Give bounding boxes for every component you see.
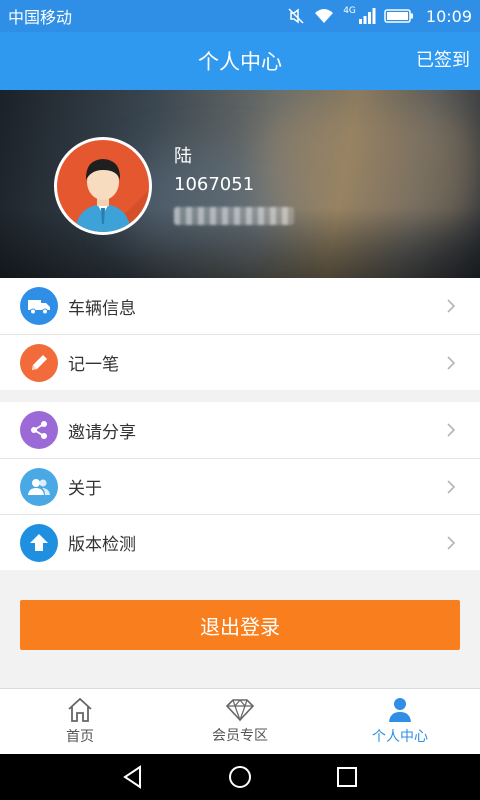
avatar[interactable] [54,137,152,235]
menu-item-label: 版本检测 [68,535,136,555]
menu-item-record[interactable]: 记一笔 [0,334,480,390]
logout-button[interactable]: 退出登录 [20,600,460,650]
chevron-right-icon [447,423,456,437]
menu-group-2: 邀请分享 关于 版本检测 [0,402,480,570]
menu-item-vehicle-info[interactable]: 车辆信息 [0,278,480,334]
masked-phone [174,207,294,225]
pencil-icon [20,343,58,382]
menu-group-1: 车辆信息 记一笔 [0,278,480,390]
page-title: 个人中心 [198,50,282,74]
share-icon [20,411,58,449]
menu-item-invite-share[interactable]: 邀请分享 [0,402,480,458]
signal-icon [358,8,376,24]
status-bar: 中国移动 4G 10:09 [0,0,480,32]
back-icon[interactable] [120,764,146,790]
avatar-person-icon [75,159,149,232]
tab-label: 会员专区 [212,728,268,744]
status-icons: 4G 10:09 [287,6,472,26]
tab-label: 个人中心 [372,729,428,745]
wifi-icon [315,9,334,23]
menu-item-about[interactable]: 关于 [0,458,480,514]
truck-icon [20,287,58,325]
profile-banner: 陆 1067051 [0,90,480,278]
bottom-tab-bar: 首页 会员专区 个人中心 [0,688,480,754]
recents-icon[interactable] [334,764,360,790]
menu-item-label: 记一笔 [68,355,119,375]
chevron-right-icon [447,536,456,550]
upload-arrow-icon [20,523,58,562]
title-bar: 个人中心 已签到 [0,32,480,90]
chevron-right-icon [447,356,456,370]
chevron-right-icon [447,299,456,313]
menu-item-label: 车辆信息 [68,298,136,319]
system-nav-bar [0,754,480,800]
carrier-name: 中国移动 [8,8,73,27]
tab-membership[interactable]: 会员专区 [160,689,320,754]
tab-home[interactable]: 首页 [0,689,160,754]
menu-item-label: 关于 [68,479,102,499]
menu-item-version-check[interactable]: 版本检测 [0,514,480,570]
home-circle-icon[interactable] [227,764,253,790]
network-type: 4G [343,6,356,16]
menu-item-label: 邀请分享 [68,422,136,443]
people-icon [20,467,58,506]
home-icon [68,697,92,722]
battery-icon [384,9,413,23]
diamond-icon [225,699,255,722]
tab-label: 首页 [66,729,94,745]
chevron-right-icon [447,480,456,494]
person-icon [389,698,411,722]
user-id: 1067051 [174,174,255,195]
tab-personal-center[interactable]: 个人中心 [320,689,480,754]
clock: 10:09 [425,6,472,26]
checkin-button[interactable]: 已签到 [416,32,470,90]
user-name: 陆 [174,146,192,167]
mute-icon [288,8,304,24]
